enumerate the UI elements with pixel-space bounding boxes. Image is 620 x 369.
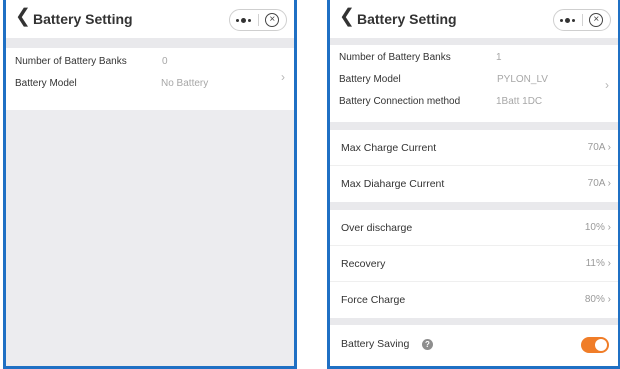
battery-model-row: Battery Model No Battery	[6, 73, 294, 95]
battery-model-value: PYLON_LV	[497, 74, 548, 85]
more-button[interactable]	[230, 10, 258, 30]
section-gap	[330, 318, 618, 325]
connection-method-value: 1Batt 1DC	[496, 96, 543, 107]
max-charge-current-label: Max Charge Current	[341, 142, 437, 154]
recovery-row[interactable]: Recovery 11% ›	[330, 246, 618, 282]
help-icon[interactable]: ?	[422, 339, 433, 350]
max-charge-current-value: 70A ›	[587, 142, 611, 153]
battery-saving-toggle[interactable]	[581, 337, 609, 353]
mini-program-capsule: ×	[553, 9, 611, 31]
chevron-right-icon[interactable]: ›	[281, 70, 285, 84]
toggle-knob	[595, 339, 607, 351]
recovery-label: Recovery	[341, 258, 386, 270]
section-gap	[330, 38, 618, 45]
battery-banks-row: Number of Battery Banks 1	[330, 47, 618, 69]
empty-area	[6, 110, 294, 366]
page-title: Battery Setting	[357, 11, 457, 27]
phone-screen-left: ❮ Battery Setting × Number of Battery Ba…	[3, 0, 297, 369]
connection-method-label: Battery Connection method	[339, 96, 461, 107]
recovery-value: 11% ›	[585, 258, 611, 269]
force-charge-row[interactable]: Force Charge 80% ›	[330, 282, 618, 318]
battery-banks-row: Number of Battery Banks 0	[6, 51, 294, 73]
max-discharge-current-label: Max Diaharge Current	[341, 178, 445, 190]
battery-banks-value: 1	[496, 52, 502, 63]
force-charge-value: 80% ›	[584, 294, 611, 305]
battery-model-row: Battery Model PYLON_LV	[330, 69, 618, 91]
battery-saving-row: Battery Saving ?	[330, 325, 618, 365]
close-button[interactable]: ×	[583, 10, 611, 30]
more-button[interactable]	[554, 10, 582, 30]
battery-model-value: No Battery	[161, 78, 209, 89]
max-charge-current-row[interactable]: Max Charge Current 70A ›	[330, 130, 618, 166]
battery-model-label: Battery Model	[15, 78, 77, 89]
over-discharge-label: Over discharge	[341, 222, 413, 234]
close-icon: ×	[589, 13, 604, 27]
connection-method-row: Battery Connection method 1Batt 1DC	[330, 91, 618, 113]
over-discharge-value: 10% ›	[584, 222, 611, 233]
more-dots-icon	[560, 17, 576, 23]
battery-info-card[interactable]: Number of Battery Banks 0 Battery Model …	[6, 51, 294, 103]
close-icon: ×	[265, 13, 280, 27]
phone-screen-right: ❮ Battery Setting × Number of Battery Ba…	[327, 0, 620, 369]
battery-banks-value: 0	[162, 56, 168, 67]
battery-banks-label: Number of Battery Banks	[339, 52, 451, 63]
mini-program-capsule: ×	[229, 9, 287, 31]
top-bar: ❮ Battery Setting ×	[6, 0, 294, 38]
section-gap	[330, 122, 618, 130]
force-charge-label: Force Charge	[341, 294, 406, 306]
more-dots-icon	[236, 17, 252, 23]
battery-saving-label: Battery Saving	[341, 338, 410, 350]
section-gap	[6, 38, 294, 48]
page-title: Battery Setting	[33, 11, 133, 27]
max-discharge-current-value: 70A ›	[587, 178, 611, 189]
close-button[interactable]: ×	[259, 10, 287, 30]
chevron-right-icon[interactable]: ›	[605, 78, 609, 92]
battery-banks-label: Number of Battery Banks	[15, 56, 127, 67]
back-chevron-icon[interactable]: ❮	[339, 7, 355, 27]
over-discharge-row[interactable]: Over discharge 10% ›	[330, 210, 618, 246]
battery-model-label: Battery Model	[339, 74, 401, 85]
battery-info-card[interactable]: Number of Battery Banks 1 Battery Model …	[330, 47, 618, 122]
max-discharge-current-row[interactable]: Max Diaharge Current 70A ›	[330, 166, 618, 202]
section-gap	[330, 202, 618, 210]
top-bar: ❮ Battery Setting ×	[330, 0, 618, 38]
back-chevron-icon[interactable]: ❮	[15, 7, 31, 27]
